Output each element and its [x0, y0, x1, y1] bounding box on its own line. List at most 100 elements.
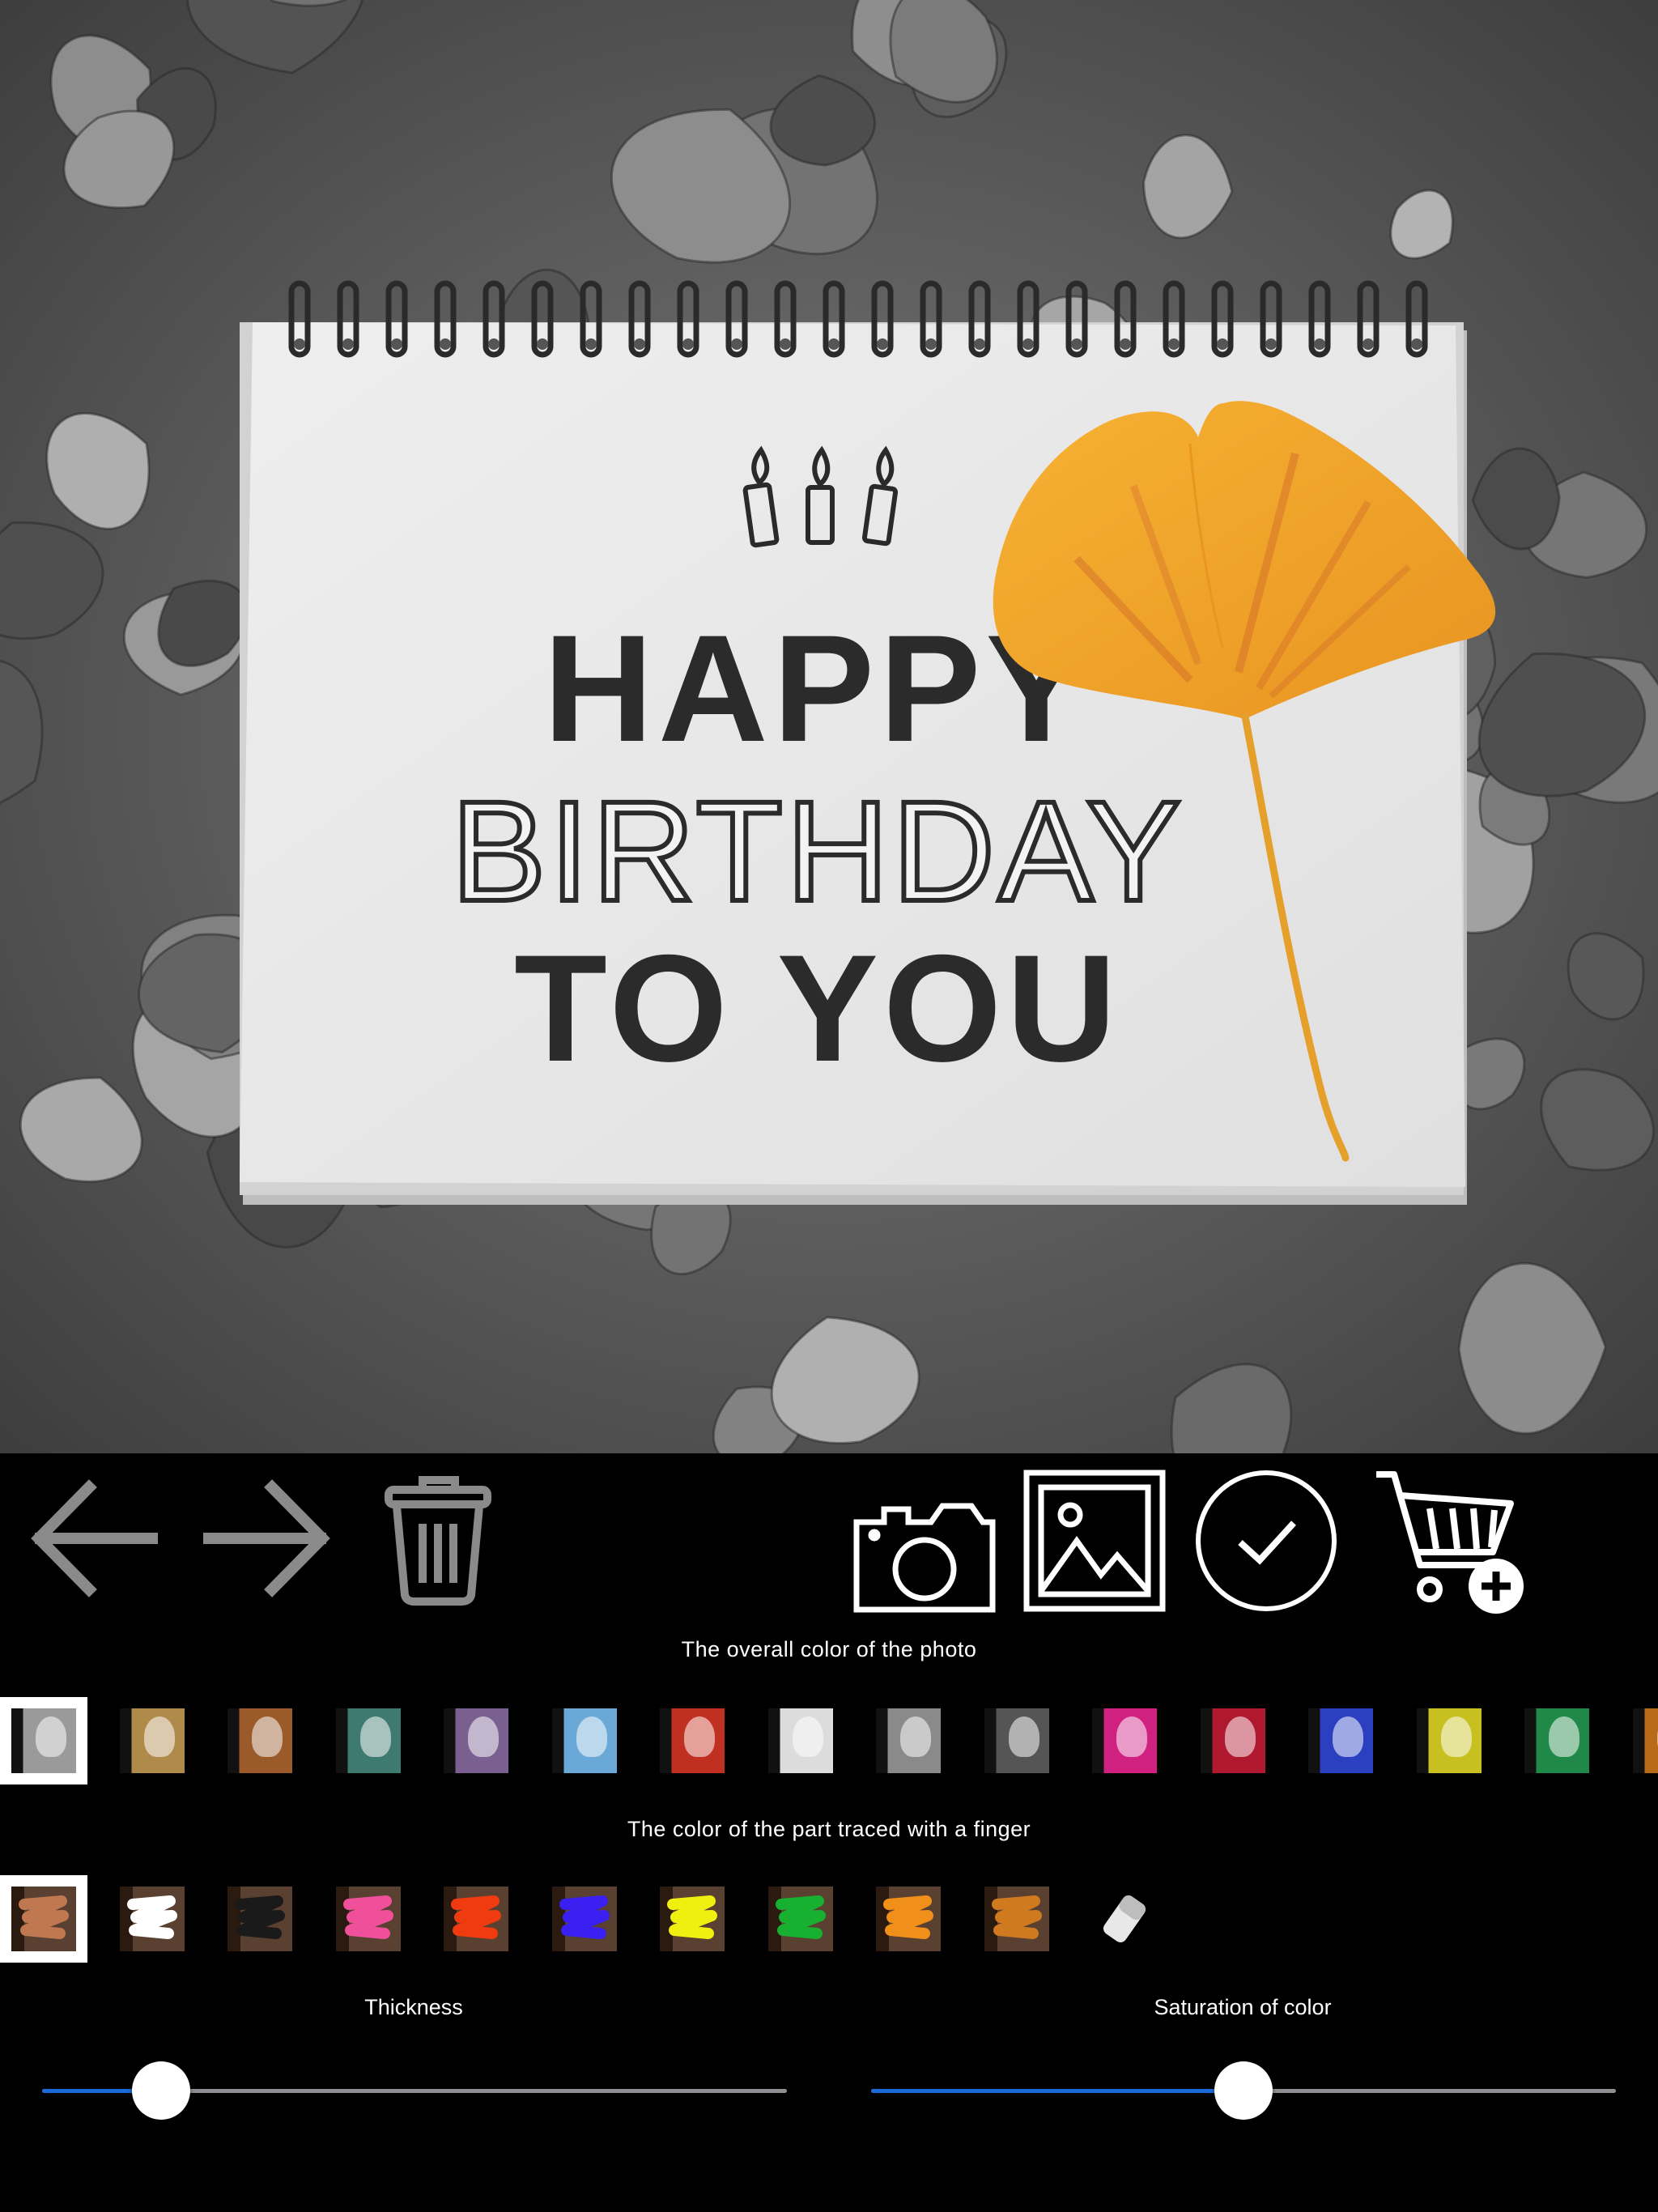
binding-hole [1363, 338, 1374, 350]
filter-preview [984, 1708, 1049, 1773]
binding-hole [1168, 338, 1180, 350]
filter-thumb-amber[interactable] [1622, 1697, 1658, 1784]
binding-hole [877, 338, 888, 350]
preview-subject [792, 1716, 823, 1757]
filter-preview [335, 1708, 401, 1773]
brush-stroke [559, 1895, 610, 1939]
brush-thumb-blue[interactable] [541, 1875, 628, 1963]
filter-thumb-crimson[interactable] [1189, 1697, 1277, 1784]
filter-thumb-purple-fade[interactable] [432, 1697, 520, 1784]
brush-stroke [19, 1895, 69, 1939]
preview-subject [1333, 1716, 1363, 1757]
brush-stroke-swatch [126, 1895, 177, 1939]
arrow-right-icon[interactable] [201, 1478, 330, 1599]
brush-thumb-black[interactable] [216, 1875, 304, 1963]
binding-hole [440, 338, 451, 350]
brush-stroke [235, 1895, 285, 1939]
brush-thumb-red-orange[interactable] [432, 1875, 520, 1963]
filter-preview [1632, 1708, 1658, 1773]
checkmark-icon[interactable] [1193, 1468, 1339, 1614]
saturation-slider[interactable] [871, 2058, 1616, 2123]
filter-thumb-warm-brown[interactable] [216, 1697, 304, 1784]
filter-thumb-sketch[interactable] [757, 1697, 844, 1784]
binding-hole [682, 338, 694, 350]
filter-preview [444, 1708, 508, 1773]
camera-icon[interactable] [852, 1498, 997, 1615]
brush-preview [984, 1887, 1049, 1951]
brush-stroke-swatch [342, 1895, 393, 1939]
binding-hole [974, 338, 985, 350]
trash-icon[interactable] [384, 1474, 493, 1607]
brush-thumb-original[interactable] [0, 1875, 87, 1963]
overall-color-label: The overall color of the photo [681, 1637, 977, 1661]
thickness-knob[interactable] [132, 2061, 191, 2120]
traced-color-label: The color of the part traced with a fing… [627, 1817, 1031, 1841]
binding-hole [1071, 338, 1082, 350]
preview-subject [468, 1716, 499, 1757]
preview-subject [576, 1716, 607, 1757]
brush-thumb-green[interactable] [757, 1875, 844, 1963]
binding-hole [294, 338, 305, 350]
card-line-birthday: BIRTHDAY [451, 772, 1184, 931]
brush-stroke [775, 1895, 826, 1939]
thickness-label: Thickness [364, 1995, 463, 2019]
filter-thumb-teal[interactable] [325, 1697, 412, 1784]
preview-subject [36, 1716, 66, 1757]
brush-stroke-swatch [667, 1895, 717, 1939]
filter-preview [1416, 1708, 1482, 1773]
binding-hole [1120, 338, 1131, 350]
brush-stroke-swatch [991, 1895, 1042, 1939]
filter-thumb-original-mono[interactable] [0, 1697, 87, 1784]
binding-hole [537, 338, 548, 350]
filter-thumb-blue[interactable] [1297, 1697, 1384, 1784]
brush-preview [227, 1887, 292, 1951]
filter-preview [551, 1708, 617, 1773]
binding-hole [488, 338, 500, 350]
preview-subject [143, 1716, 175, 1757]
brush-stroke [342, 1895, 393, 1939]
cart-plus-icon[interactable] [1373, 1468, 1527, 1618]
filter-thumb-green[interactable] [1513, 1697, 1601, 1784]
binding-hole [585, 338, 597, 350]
filter-preview [1092, 1708, 1157, 1773]
brush-preview [876, 1887, 941, 1951]
filter-preview [1308, 1708, 1373, 1773]
filter-thumb-magenta[interactable] [1081, 1697, 1168, 1784]
preview-subject [1008, 1716, 1039, 1757]
brush-stroke-swatch [235, 1895, 285, 1939]
brush-preview [335, 1887, 401, 1951]
brush-thumb-yellow[interactable] [648, 1875, 736, 1963]
filter-thumb-sepia[interactable] [108, 1697, 196, 1784]
eraser-icon[interactable] [1081, 1875, 1168, 1963]
filter-thumb-yellow[interactable] [1405, 1697, 1493, 1784]
filter-thumb-blue-light[interactable] [541, 1697, 628, 1784]
filter-preview [11, 1708, 76, 1773]
brush-stroke [991, 1895, 1042, 1939]
brush-thumb-pink[interactable] [325, 1875, 412, 1963]
binding-hole [342, 338, 354, 350]
brush-stroke [451, 1895, 501, 1939]
arrow-left-icon[interactable] [31, 1478, 160, 1599]
brush-preview [551, 1887, 617, 1951]
brush-preview [660, 1887, 725, 1951]
preview-subject [1440, 1716, 1472, 1757]
brush-stroke [126, 1895, 177, 1939]
filter-thumb-gray[interactable] [865, 1697, 952, 1784]
toolbar [0, 1453, 1658, 1648]
photo-canvas[interactable]: HAPPY BIRTHDAY TO YOU [0, 0, 1658, 1453]
brush-stroke-swatch [883, 1895, 933, 1939]
brush-thumb-orange[interactable] [865, 1875, 952, 1963]
binding-hole [1265, 338, 1277, 350]
saturation-knob[interactable] [1214, 2061, 1273, 2120]
brush-thumb-white[interactable] [108, 1875, 196, 1963]
binding-hole [1314, 338, 1325, 350]
brush-preview [767, 1887, 833, 1951]
preview-subject [359, 1716, 391, 1757]
brush-thumb-amber[interactable] [973, 1875, 1061, 1963]
filter-thumb-red-noise[interactable] [648, 1697, 736, 1784]
binding-hole [780, 338, 791, 350]
filter-thumb-dark-mono[interactable] [973, 1697, 1061, 1784]
brush-stroke [667, 1895, 717, 1939]
photo-library-icon[interactable] [1022, 1468, 1167, 1614]
thickness-slider[interactable] [42, 2058, 787, 2123]
